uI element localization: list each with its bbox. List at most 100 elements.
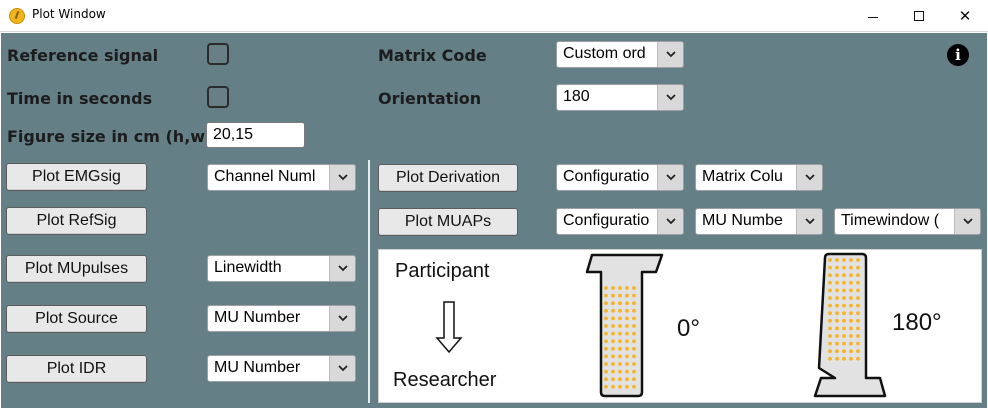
electrode-dot [611,301,615,306]
electrode-dot [856,318,860,323]
electrode-dot [618,339,622,344]
electrode-dot [611,339,615,344]
electrode-dot [618,308,622,313]
matrix-column-value: Matrix Colu [702,168,783,185]
electrode-dot [835,280,839,285]
electrode-dot [611,331,615,336]
linewidth-select[interactable]: Linewidth [207,255,356,282]
electrode-dot [856,303,860,308]
electrode-dot [625,384,629,389]
chevron-down-icon[interactable] [954,209,980,234]
electrode-dot [625,354,629,359]
plot-muaps-button[interactable]: Plot MUAPs [378,208,518,236]
electrode-dot [849,265,853,270]
electrode-dot [842,334,846,338]
source-mu-number-select[interactable]: MU Number [207,305,356,332]
electrode-dot [856,334,860,338]
electrode-dot [618,331,622,336]
electrode-dot [835,326,839,331]
chevron-down-icon[interactable] [796,209,822,234]
electrode-dot [849,273,853,278]
electrode-dot [625,331,629,336]
matrix-column-select[interactable]: Matrix Colu [695,164,823,191]
electrode-dot [604,346,608,351]
plot-emgsig-button[interactable]: Plot EMGsig [6,163,147,191]
electrode-dot [604,286,608,290]
electrode-dot [604,301,608,306]
orientation-select[interactable]: 180 [556,84,684,111]
time-in-seconds-label: Time in seconds [7,89,153,108]
electrode-dot [618,362,622,366]
electrode-dot [842,311,846,316]
muaps-mu-number-select[interactable]: MU Numbe [695,208,823,235]
reference-signal-checkbox[interactable] [207,43,229,65]
chevron-down-icon[interactable] [657,165,683,190]
chevron-down-icon[interactable] [657,42,683,67]
maximize-button[interactable] [896,0,942,32]
electrode-dot [611,384,615,389]
plot-mupulses-button[interactable]: Plot MUpulses [6,255,147,283]
electrode-dot [849,303,853,308]
matrix-code-select[interactable]: Custom ord [556,41,684,68]
chevron-down-icon[interactable] [329,165,355,190]
muaps-timewindow-select[interactable]: Timewindow ( [834,208,981,235]
electrode-dot [856,311,860,316]
electrode-dot [856,288,860,293]
info-icon[interactable]: i [947,44,969,66]
electrode-dot [842,341,846,346]
electrode-dot [611,362,615,366]
time-in-seconds-checkbox[interactable] [207,86,229,108]
figure-size-input[interactable]: 20,15 [206,122,305,148]
angle-180-label: 180° [892,309,942,336]
electrode-dot [835,334,839,338]
electrode-dot [856,265,860,270]
electrode-dot [835,296,839,300]
electrode-dot [849,296,853,300]
down-arrow-icon [435,301,463,354]
plot-refsig-button[interactable]: Plot RefSig [6,207,147,235]
minimize-button[interactable] [850,0,896,32]
muaps-mu-number-value: MU Numbe [702,212,783,229]
electrode-dot [835,273,839,278]
electrode-dot [632,293,636,298]
channel-number-select[interactable]: Channel Numl [207,164,356,191]
electrode-dot [842,318,846,323]
chevron-down-icon[interactable] [329,356,355,381]
chevron-down-icon[interactable] [657,209,683,234]
matrix-code-label: Matrix Code [378,46,487,65]
orientation-label: Orientation [378,89,482,108]
electrode-dot [842,349,846,354]
source-mu-number-value: MU Number [214,309,301,326]
electrode-dot [856,273,860,278]
electrode-dot [632,354,636,359]
close-button[interactable]: ✕ [942,0,988,32]
idr-mu-number-select[interactable]: MU Number [207,355,356,382]
electrode-dot [828,349,832,354]
reference-signal-label: Reference signal [7,46,159,65]
electrode-dot [618,316,622,321]
electrode-dot [842,303,846,308]
chevron-down-icon[interactable] [657,85,683,110]
electrode-dot [611,308,615,313]
chevron-down-icon[interactable] [796,165,822,190]
electrode-dot [828,265,832,270]
chevron-down-icon[interactable] [329,306,355,331]
electrode-dot [632,308,636,313]
electrode-dot [625,377,629,382]
electrode-dot [618,286,622,290]
chevron-down-icon[interactable] [329,256,355,281]
electrode-dot [849,280,853,285]
electrode-dot [828,318,832,323]
electrode-dot [842,288,846,293]
electrode-dot [842,356,846,361]
muaps-configuration-select[interactable]: Configuratio [556,208,684,235]
plot-source-button[interactable]: Plot Source [6,305,147,333]
plot-derivation-button[interactable]: Plot Derivation [378,164,518,192]
muaps-timewindow-value: Timewindow ( [841,212,940,229]
window-title: Plot Window [32,7,106,21]
researcher-label: Researcher [393,369,497,391]
title-bar: Plot Window ✕ [0,0,988,32]
derivation-configuration-select[interactable]: Configuratio [556,164,684,191]
electrode-grid-0deg [585,253,664,398]
plot-idr-button[interactable]: Plot IDR [6,355,147,383]
